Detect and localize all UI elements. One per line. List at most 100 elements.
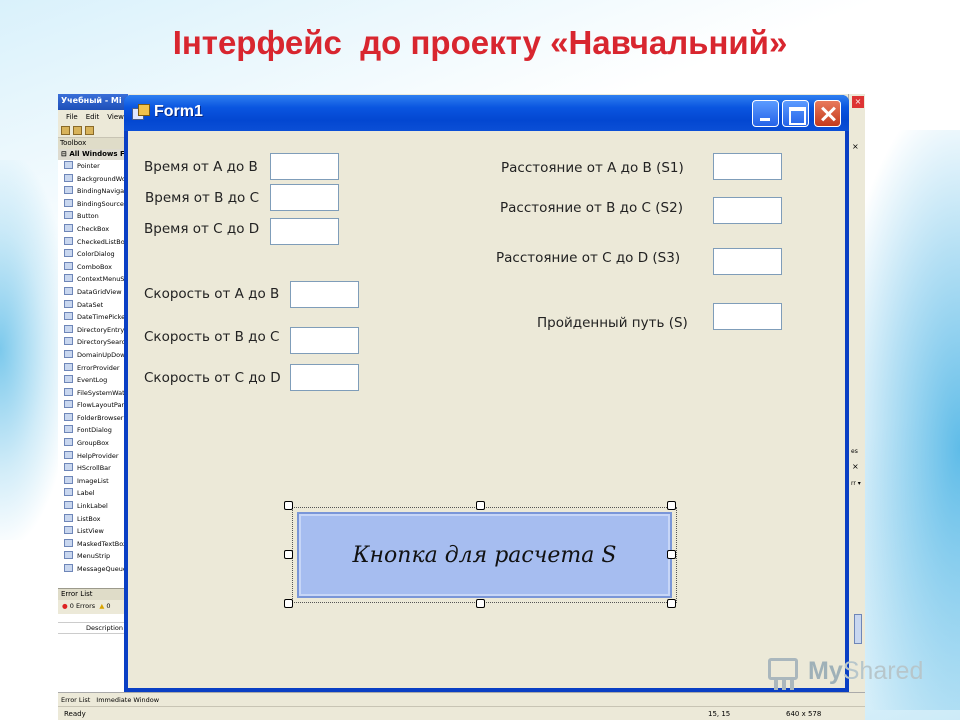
toolbox-item[interactable]: HScrollBar [58,462,127,475]
form-app-icon [132,104,150,122]
toolbox-item[interactable]: EventLog [58,374,127,387]
toolbox-item[interactable]: ComboBox [58,261,127,274]
input-time-bc[interactable] [270,184,339,211]
toolbox-item-label: Pointer [77,162,100,170]
toolbox-item[interactable]: ColorDialog [58,248,127,261]
resize-handle-e[interactable] [667,550,676,559]
toolbox-item[interactable]: HelpProvider [58,450,127,463]
toolbox-panel: Toolbox ⊟ All Windows Fo Pointer Backgrou… [58,138,128,588]
maximize-button[interactable] [782,100,809,127]
toolbox-item[interactable]: FontDialog [58,424,127,437]
watermark-text: MyShared [808,657,924,685]
toolbox-item[interactable]: Button [58,210,127,223]
toolbox-item[interactable]: ImageList [58,475,127,488]
resize-handle-nw[interactable] [284,501,293,510]
input-speed-cd[interactable] [290,364,359,391]
toolbox-item[interactable]: MessageQueue [58,563,127,576]
toolbox-item-label: CheckedListBox [77,237,127,246]
toolbox-item-label: BindingNavigato [77,187,127,196]
toolbox-item[interactable]: DateTimePicker [58,311,127,324]
toolbox-item-icon [64,450,73,459]
toolbox-item-icon [64,198,73,207]
toolbox-item-icon [64,475,73,484]
toolbox-item[interactable]: Label [58,487,127,500]
menu-file[interactable]: File [66,113,78,121]
input-time-ab[interactable] [270,153,339,180]
toolbox-item[interactable]: BackgroundWor [58,173,127,186]
toolbox-item[interactable]: ErrorProvider [58,362,127,375]
toolbox-item-icon [64,438,73,447]
menu-edit[interactable]: Edit [86,113,100,121]
toolbox-item[interactable]: FlowLayoutPan [58,399,127,412]
toolbox-item-icon [64,337,73,346]
toolbox-item[interactable]: ContextMenuSt [58,273,127,286]
form-title: Form1 [154,103,203,120]
toolbox-item[interactable]: CheckedListBox [58,236,127,249]
toolbox-item-icon [64,261,73,270]
toolbox-item[interactable]: GroupBox [58,437,127,450]
resize-handle-w[interactable] [284,550,293,559]
toolbox-item-label: FontDialog [77,426,112,435]
description-column-header[interactable]: Description [58,622,128,634]
input-total-path[interactable] [713,303,782,330]
toolbox-item-icon [64,249,73,258]
close-icon[interactable]: × [852,96,864,108]
toolbox-item-label: ColorDialog [77,250,115,259]
input-speed-bc[interactable] [290,327,359,354]
toolbox-item[interactable]: DataGridView [58,286,127,299]
toolbox-item[interactable]: ListBox [58,513,127,526]
input-distance-cd[interactable] [713,248,782,275]
toolbox-item-label: DateTimePicker [77,313,127,322]
toolbox-item[interactable]: DirectorySearch [58,336,127,349]
resize-handle-n[interactable] [476,501,485,510]
new-project-icon[interactable] [61,126,70,135]
calculate-s-button[interactable]: Кнопка для расчета S [297,512,672,598]
warnings-filter-button[interactable]: ▲ 0 [99,602,110,610]
toolbox-item-label: DirectorySearch [77,338,127,347]
label-distance-ab: Расстояние от А до В (S1) [501,160,684,176]
input-time-cd[interactable] [270,218,339,245]
input-distance-bc[interactable] [713,197,782,224]
toolbox-item[interactable]: FolderBrowserD [58,412,127,425]
tab-error-list[interactable]: Error List [58,693,93,704]
toolbox-item[interactable]: Pointer [58,160,127,173]
toolbox-item[interactable]: BindingNavigato [58,185,127,198]
resize-handle-sw[interactable] [284,599,293,608]
label-distance-bc: Расстояние от В до С (S2) [500,200,683,216]
toolbox-item[interactable]: CheckBox [58,223,127,236]
toolbox-item[interactable]: DomainUpDown [58,349,127,362]
label-time-bc: Время от В до С [145,190,260,206]
toolbox-item-label: DataGridView [77,287,122,296]
label-distance-cd: Расстояние от С до D (S3) [496,250,681,266]
resize-handle-s[interactable] [476,599,485,608]
close-button[interactable] [814,100,841,127]
toolbox-item[interactable]: DirectoryEntry [58,324,127,337]
toolbox-group-all-windows-forms[interactable]: ⊟ All Windows Fo [58,149,127,160]
tab-immediate-window[interactable]: Immediate Window [93,693,162,704]
toolbox-item[interactable]: MaskedTextBox [58,538,127,551]
menu-view[interactable]: View [107,113,124,121]
input-distance-ab[interactable] [713,153,782,180]
input-speed-ab[interactable] [290,281,359,308]
close-icon[interactable]: × [852,142,859,151]
toolbox-item-icon [64,387,73,396]
toolbox-item[interactable]: FileSystemWatc [58,387,127,400]
minimize-button[interactable] [752,100,779,127]
monitor-logo-icon [768,658,802,690]
add-item-icon[interactable] [85,126,94,135]
resize-handle-ne[interactable] [667,501,676,510]
toolbox-item[interactable]: DataSet [58,299,127,312]
toolbox-item[interactable]: LinkLabel [58,500,127,513]
toolbox-item[interactable]: MenuStrip [58,550,127,563]
toolbox-item[interactable]: BindingSource [58,198,127,211]
form-titlebar[interactable]: Form1 [124,95,849,131]
open-icon[interactable] [73,126,82,135]
panel-dropdown[interactable]: rr ▾ [851,480,861,487]
toolbox-item[interactable]: ListView [58,525,127,538]
errors-filter-button[interactable]: ● 0 Errors [62,602,95,610]
close-icon[interactable]: × [852,462,859,471]
label-speed-cd: Скорость от С до D [144,370,281,386]
scrollbar-thumb[interactable] [854,614,862,644]
toolbox-item-label: EventLog [77,376,108,385]
resize-handle-se[interactable] [667,599,676,608]
